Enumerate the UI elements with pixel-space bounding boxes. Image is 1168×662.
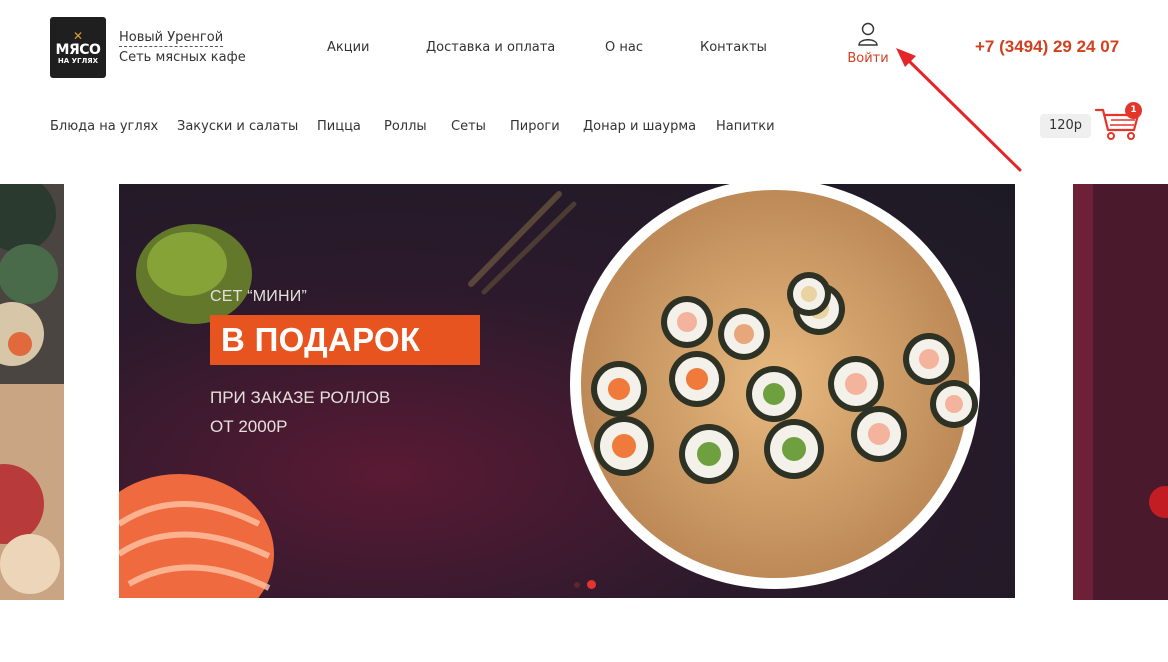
next-slide-image xyxy=(1073,184,1168,600)
top-nav-promotions[interactable]: Акции xyxy=(327,40,370,56)
promo-banner[interactable]: СЕТ “МИНИ” В ПОДАРОК ПРИ ЗАКАЗЕ РОЛЛОВ О… xyxy=(119,184,1015,598)
carousel-next-slide[interactable] xyxy=(1073,184,1168,600)
header: ✕ МЯСО НА УГЛЯХ Новый Уренгой Сеть мясны… xyxy=(0,0,1168,96)
logo-line-1: МЯСО xyxy=(55,41,101,58)
category-drinks[interactable]: Напитки xyxy=(716,119,775,135)
top-nav-about[interactable]: О нас xyxy=(605,40,643,56)
logo-line-2: НА УГЛЯХ xyxy=(57,56,99,65)
fork-knife-icon: ✕ xyxy=(72,28,84,43)
promo-condition-line-1: ПРИ ЗАКАЗЕ РОЛЛОВ xyxy=(210,388,391,407)
carousel-dot-1[interactable] xyxy=(574,582,580,588)
top-nav-delivery[interactable]: Доставка и оплата xyxy=(426,40,555,56)
logo[interactable]: ✕ МЯСО НА УГЛЯХ xyxy=(50,17,106,78)
category-rolls[interactable]: Роллы xyxy=(384,119,427,135)
login-button[interactable]: Войти xyxy=(846,22,890,66)
category-snacks[interactable]: Закуски и салаты xyxy=(177,119,298,135)
category-grill[interactable]: Блюда на углях xyxy=(50,119,158,135)
chain-subtitle: Сеть мясных кафе xyxy=(119,50,246,65)
top-nav-contacts[interactable]: Контакты xyxy=(700,40,767,56)
category-doner[interactable]: Донар и шаурма xyxy=(583,119,696,135)
promo-condition-line-2: ОТ 2000Р xyxy=(210,417,288,436)
prev-slide-image xyxy=(0,184,64,600)
carousel-prev-slide[interactable] xyxy=(0,184,64,600)
carousel-dot-2-active[interactable] xyxy=(587,580,596,589)
cart-total[interactable]: 120р xyxy=(1040,114,1091,138)
phone-number[interactable]: +7 (3494) 29 24 07 xyxy=(975,37,1119,57)
login-label: Войти xyxy=(847,51,889,66)
user-icon xyxy=(858,22,878,46)
category-pizza[interactable]: Пицца xyxy=(317,119,361,135)
category-pies[interactable]: Пироги xyxy=(510,119,560,135)
category-sets[interactable]: Сеты xyxy=(451,119,486,135)
promo-eyebrow: СЕТ “МИНИ” xyxy=(210,288,307,305)
promo-headline: В ПОДАРОК xyxy=(210,315,480,365)
city-selector[interactable]: Новый Уренгой xyxy=(119,30,224,47)
cart-count-badge: 1 xyxy=(1125,102,1142,119)
